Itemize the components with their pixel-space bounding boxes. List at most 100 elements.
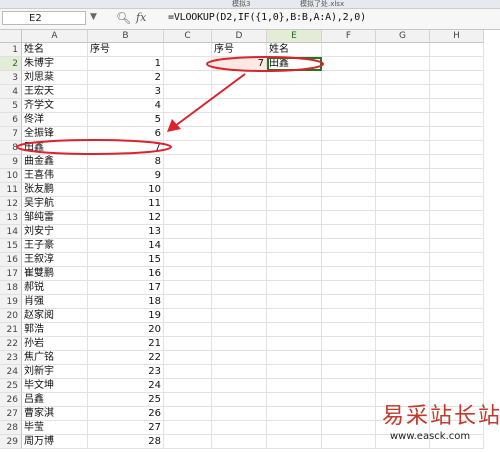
chevron-down-icon[interactable]: ▼ (90, 12, 97, 22)
cell-a22[interactable]: 孙岩 (22, 337, 88, 351)
cell-d2[interactable]: 7 (212, 57, 267, 71)
cell-g11[interactable] (376, 183, 430, 197)
cell-h15[interactable] (430, 239, 484, 253)
row-header[interactable]: 23 (0, 351, 22, 365)
cell-c5[interactable] (164, 99, 212, 113)
cell-c8[interactable] (164, 141, 212, 155)
cell-c1[interactable] (164, 43, 212, 57)
cell-c13[interactable] (164, 211, 212, 225)
cell-a11[interactable]: 张友鹏 (22, 183, 88, 197)
cell-f20[interactable] (322, 309, 376, 323)
cell-e2[interactable]: 田鑫 (267, 57, 322, 71)
row-header[interactable]: 6 (0, 113, 22, 127)
cell-e19[interactable] (267, 295, 322, 309)
cell-d20[interactable] (212, 309, 267, 323)
cell-f24[interactable] (322, 365, 376, 379)
cell-f10[interactable] (322, 169, 376, 183)
cell-c21[interactable] (164, 323, 212, 337)
cell-c6[interactable] (164, 113, 212, 127)
search-icon[interactable]: 🔍︎ (116, 11, 131, 25)
row-header[interactable]: 18 (0, 281, 22, 295)
cell-g8[interactable] (376, 141, 430, 155)
cell-b1[interactable]: 序号 (88, 43, 164, 57)
cell-a2[interactable]: 朱博宇 (22, 57, 88, 71)
cell-e23[interactable] (267, 351, 322, 365)
cell-f8[interactable] (322, 141, 376, 155)
cell-a3[interactable]: 刘思棻 (22, 71, 88, 85)
cell-h3[interactable] (430, 71, 484, 85)
cell-f2[interactable] (322, 57, 376, 71)
cell-f17[interactable] (322, 267, 376, 281)
cell-d5[interactable] (212, 99, 267, 113)
cell-b28[interactable]: 27 (88, 421, 164, 435)
cell-d10[interactable] (212, 169, 267, 183)
cell-a6[interactable]: 佟洋 (22, 113, 88, 127)
cell-f16[interactable] (322, 253, 376, 267)
cell-d16[interactable] (212, 253, 267, 267)
cell-b10[interactable]: 9 (88, 169, 164, 183)
cell-c14[interactable] (164, 225, 212, 239)
cell-b2[interactable]: 1 (88, 57, 164, 71)
cell-g10[interactable] (376, 169, 430, 183)
cell-f1[interactable] (322, 43, 376, 57)
cell-h9[interactable] (430, 155, 484, 169)
column-header-d[interactable]: D (212, 30, 267, 43)
cell-b3[interactable]: 2 (88, 71, 164, 85)
cell-c15[interactable] (164, 239, 212, 253)
cell-c4[interactable] (164, 85, 212, 99)
cell-g17[interactable] (376, 267, 430, 281)
cell-c9[interactable] (164, 155, 212, 169)
cell-c16[interactable] (164, 253, 212, 267)
row-header[interactable]: 11 (0, 183, 22, 197)
cell-b14[interactable]: 13 (88, 225, 164, 239)
cell-f13[interactable] (322, 211, 376, 225)
row-header[interactable]: 7 (0, 127, 22, 141)
cell-a27[interactable]: 曹家淇 (22, 407, 88, 421)
cell-h23[interactable] (430, 351, 484, 365)
cell-h5[interactable] (430, 99, 484, 113)
cell-d19[interactable] (212, 295, 267, 309)
cell-b20[interactable]: 19 (88, 309, 164, 323)
cell-b26[interactable]: 25 (88, 393, 164, 407)
cell-a8[interactable]: 田鑫 (22, 141, 88, 155)
cell-g4[interactable] (376, 85, 430, 99)
cell-e3[interactable] (267, 71, 322, 85)
cell-f19[interactable] (322, 295, 376, 309)
cell-d25[interactable] (212, 379, 267, 393)
cell-a4[interactable]: 王宏天 (22, 85, 88, 99)
cell-a18[interactable]: 郝锐 (22, 281, 88, 295)
cell-d9[interactable] (212, 155, 267, 169)
column-header-g[interactable]: G (376, 30, 430, 43)
cell-f6[interactable] (322, 113, 376, 127)
cell-f14[interactable] (322, 225, 376, 239)
cell-d24[interactable] (212, 365, 267, 379)
cell-g25[interactable] (376, 379, 430, 393)
cell-h11[interactable] (430, 183, 484, 197)
cell-a10[interactable]: 王喜伟 (22, 169, 88, 183)
cell-a21[interactable]: 郭浩 (22, 323, 88, 337)
row-header[interactable]: 8 (0, 141, 22, 155)
cell-h24[interactable] (430, 365, 484, 379)
cell-e10[interactable] (267, 169, 322, 183)
row-header[interactable]: 15 (0, 239, 22, 253)
cell-b27[interactable]: 26 (88, 407, 164, 421)
row-header[interactable]: 27 (0, 407, 22, 421)
cell-h25[interactable] (430, 379, 484, 393)
cell-e15[interactable] (267, 239, 322, 253)
cell-e26[interactable] (267, 393, 322, 407)
cell-h20[interactable] (430, 309, 484, 323)
cell-b25[interactable]: 24 (88, 379, 164, 393)
cell-e9[interactable] (267, 155, 322, 169)
cell-d14[interactable] (212, 225, 267, 239)
cell-h7[interactable] (430, 127, 484, 141)
name-box[interactable]: E2 (2, 11, 86, 25)
cell-d3[interactable] (212, 71, 267, 85)
cell-e14[interactable] (267, 225, 322, 239)
tab-2[interactable]: 模拟了处.xlsx (300, 0, 344, 8)
cell-b5[interactable]: 4 (88, 99, 164, 113)
cell-d21[interactable] (212, 323, 267, 337)
row-header[interactable]: 5 (0, 99, 22, 113)
row-header[interactable]: 17 (0, 267, 22, 281)
cell-a20[interactable]: 赵家阅 (22, 309, 88, 323)
cell-b22[interactable]: 21 (88, 337, 164, 351)
